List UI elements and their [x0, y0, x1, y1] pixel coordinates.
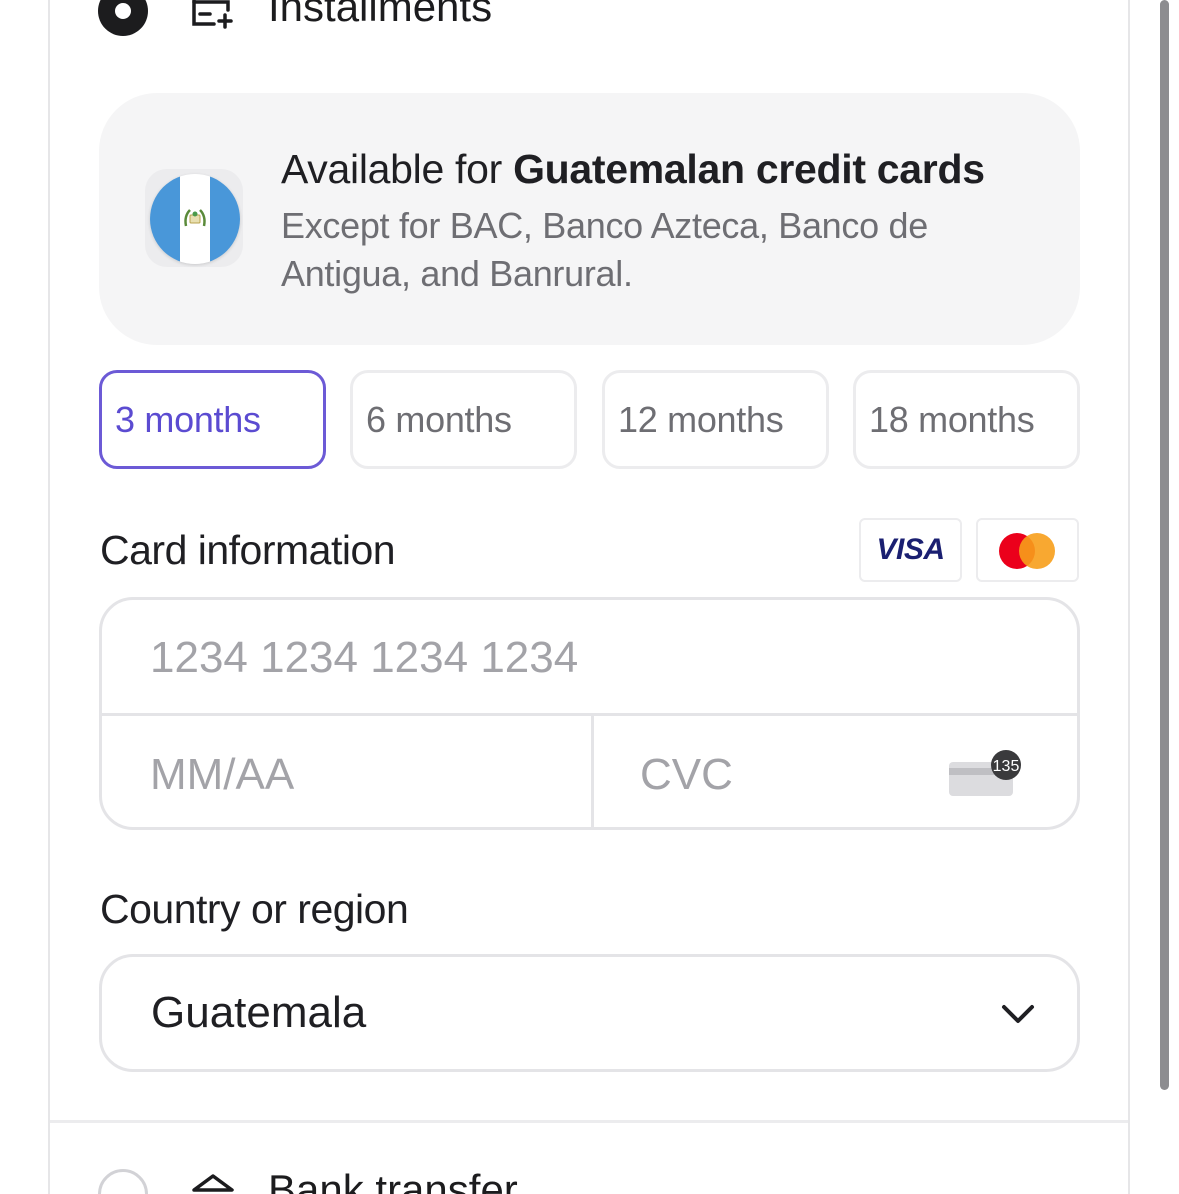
- chevron-down-icon: [1002, 1005, 1034, 1023]
- term-option-18-months[interactable]: 18 months: [853, 370, 1080, 469]
- bank-transfer-label[interactable]: Bank transfer: [268, 1165, 518, 1194]
- section-divider: [50, 1120, 1128, 1123]
- cvc-card-icon: 135: [949, 750, 1021, 796]
- availability-title: Available for Guatemalan credit cards: [281, 146, 985, 192]
- cvc-badge: 135: [993, 758, 1020, 775]
- country-value: Guatemala: [151, 988, 367, 1037]
- term-option-6-months[interactable]: 6 months: [350, 370, 577, 469]
- card-number-input[interactable]: [150, 628, 850, 688]
- card-fields-group: 135: [99, 597, 1080, 830]
- availability-title-prefix: Available for: [281, 146, 514, 192]
- mastercard-logo: [976, 518, 1079, 582]
- installments-label[interactable]: Installments: [268, 0, 492, 32]
- card-fields-divider-vertical: [591, 716, 594, 830]
- installments-radio[interactable]: [98, 0, 148, 36]
- bank-transfer-radio[interactable]: [98, 1169, 148, 1194]
- panel-right-border: [1128, 0, 1130, 1194]
- emblem-icon: [184, 209, 206, 227]
- installments-icon: [192, 0, 233, 29]
- expiry-input[interactable]: [150, 745, 570, 805]
- card-fields-divider: [102, 713, 1077, 716]
- term-option-3-months[interactable]: 3 months: [99, 370, 326, 469]
- visa-logo-text: VISA: [876, 533, 945, 566]
- payment-page: Installments Available for Guatemalan cr…: [0, 0, 1179, 1194]
- availability-title-bold: Guatemalan credit cards: [513, 146, 985, 192]
- panel-left-border: [48, 0, 50, 1194]
- cvc-input[interactable]: [640, 745, 920, 805]
- mastercard-orange-circle: [1019, 533, 1055, 569]
- bank-icon: [192, 1174, 234, 1192]
- term-option-12-months[interactable]: 12 months: [602, 370, 829, 469]
- availability-subtitle: Except for BAC, Banco Azteca, Banco de A…: [281, 205, 928, 294]
- scrollbar-thumb[interactable]: [1160, 0, 1169, 1090]
- guatemala-flag-icon: [150, 174, 240, 264]
- country-select[interactable]: Guatemala: [99, 954, 1080, 1072]
- country-label: Country or region: [100, 886, 409, 932]
- visa-logo: VISA: [859, 518, 962, 582]
- card-information-label: Card information: [100, 527, 396, 573]
